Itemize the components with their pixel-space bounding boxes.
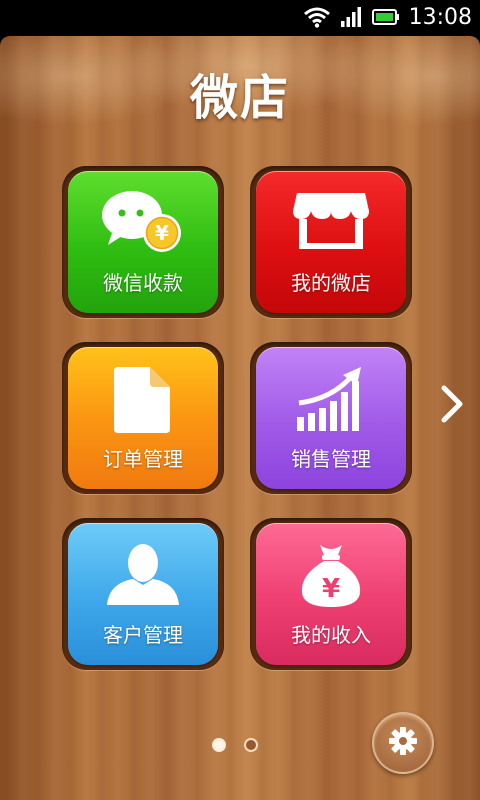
page-dot-active[interactable] xyxy=(212,738,226,752)
page-indicator xyxy=(212,738,258,752)
sales-growth-chart-icon xyxy=(256,365,406,435)
battery-icon xyxy=(372,8,400,26)
tile-label: 我的收入 xyxy=(291,623,371,647)
tile-frame: ¥ 微信收款 xyxy=(62,166,224,318)
app-screen: 微店 ¥ 微信收款 我的微店 订单管理 销售管理 客户管理 ¥ 我的收入 xyxy=(0,36,480,800)
user-silhouette-icon xyxy=(68,541,218,607)
wechat-payment-tile[interactable]: ¥ 微信收款 xyxy=(68,171,218,313)
sales-management-tile[interactable]: 销售管理 xyxy=(256,347,406,489)
status-time: 13:08 xyxy=(408,5,472,30)
tile-frame: 销售管理 xyxy=(250,342,412,494)
tile-label: 客户管理 xyxy=(103,623,183,647)
order-management-tile[interactable]: 订单管理 xyxy=(68,347,218,489)
tile-frame: ¥ 我的收入 xyxy=(250,518,412,670)
wechat-payment-icon: ¥ xyxy=(68,189,218,255)
status-icons xyxy=(304,6,400,28)
tile-frame: 客户管理 xyxy=(62,518,224,670)
gear-icon xyxy=(388,726,418,760)
chevron-right-icon[interactable] xyxy=(440,384,466,428)
svg-text:¥: ¥ xyxy=(155,221,169,245)
storefront-icon xyxy=(256,189,406,255)
my-income-tile[interactable]: ¥ 我的收入 xyxy=(256,523,406,665)
tile-label: 微信收款 xyxy=(103,271,183,295)
wifi-icon xyxy=(304,6,330,28)
tile-label: 我的微店 xyxy=(291,271,371,295)
document-icon xyxy=(68,365,218,435)
svg-text:¥: ¥ xyxy=(322,574,340,604)
money-bag-icon: ¥ xyxy=(256,541,406,611)
tile-label: 订单管理 xyxy=(103,447,183,471)
my-store-tile[interactable]: 我的微店 xyxy=(256,171,406,313)
page-dot[interactable] xyxy=(244,738,258,752)
customer-management-tile[interactable]: 客户管理 xyxy=(68,523,218,665)
tile-frame: 订单管理 xyxy=(62,342,224,494)
tile-label: 销售管理 xyxy=(291,447,371,471)
settings-button[interactable] xyxy=(372,712,434,774)
tile-frame: 我的微店 xyxy=(250,166,412,318)
app-title: 微店 xyxy=(189,70,290,126)
signal-icon xyxy=(340,7,362,27)
status-bar: 13:08 xyxy=(0,0,480,36)
